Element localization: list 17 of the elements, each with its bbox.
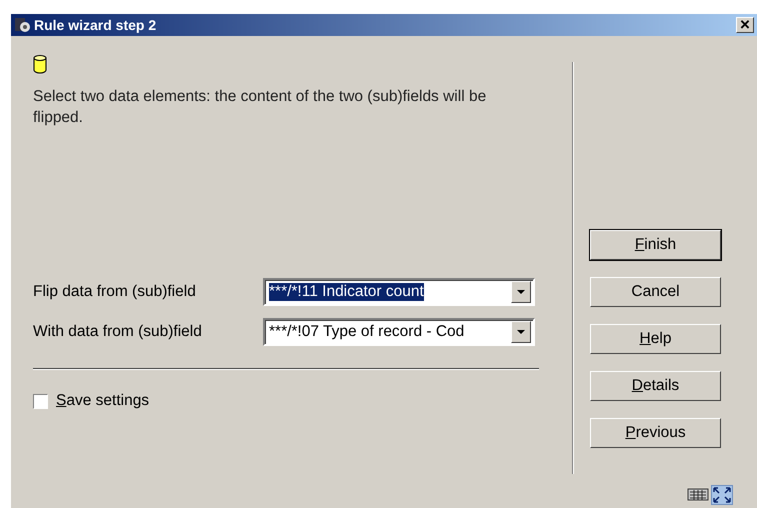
dropdown-field[interactable]: ***/*!07 Type of record - Cod (263, 318, 535, 346)
dialog-button[interactable]: Cancel (590, 277, 721, 307)
dialog-button[interactable]: Finish (590, 230, 721, 260)
field-label: With data from (sub)field (33, 323, 203, 341)
dialog-button[interactable]: Help (590, 324, 721, 354)
dialog-button[interactable]: Details (590, 371, 721, 401)
checkbox[interactable] (33, 394, 48, 408)
app-icon (14, 17, 31, 33)
dialog-button[interactable]: Previous (590, 418, 721, 448)
window-title: Rule wizard step 2 (34, 17, 158, 33)
database-icon (33, 54, 47, 74)
instruction-text: Select two data elements: the content of the two (sub)fields will be flipped. (33, 87, 488, 128)
checkbox-label[interactable]: Save settings (56, 392, 150, 410)
resize-icon[interactable] (711, 485, 733, 505)
field-label: Flip data from (sub)field (33, 283, 197, 301)
dropdown-field[interactable]: ***/*!11 Indicator count (263, 278, 535, 306)
close-button[interactable]: × (736, 17, 754, 33)
